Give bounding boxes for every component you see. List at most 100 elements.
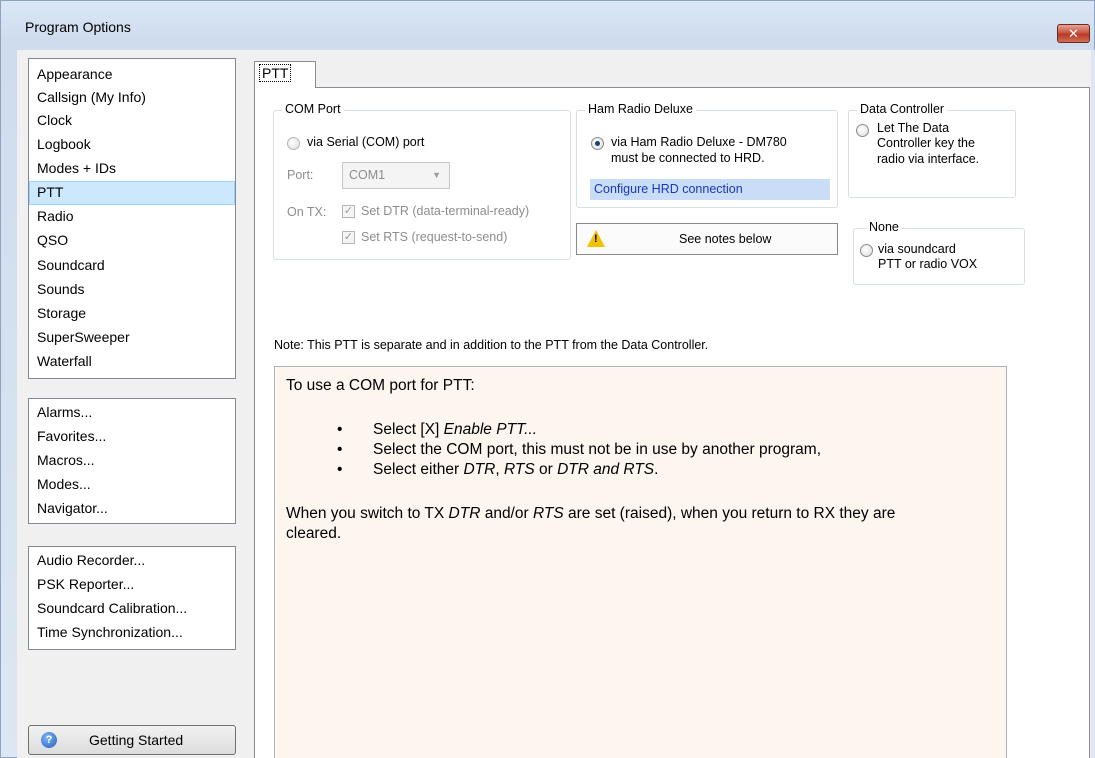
hrd-radio-label-line2: must be connected to HRD. [611, 151, 765, 165]
none-title: None [866, 220, 902, 234]
soundcard-vox-line2: PTT or radio VOX [878, 257, 978, 271]
dtr-checkbox[interactable]: ✓ [342, 205, 355, 218]
port-label: Port: [287, 168, 314, 182]
port-select[interactable]: COM1 ▼ [342, 162, 450, 189]
getting-started-button[interactable]: ? Getting Started [28, 725, 236, 755]
sidebar-item-modes-ids[interactable]: Modes + IDs [33, 157, 231, 181]
checkmark-icon: ✓ [343, 231, 354, 243]
sidebar-item-label: Storage [37, 305, 87, 321]
sidebar-item-psk-reporter[interactable]: PSK Reporter... [33, 573, 231, 597]
sidebar-item-label: Time Synchronization... [37, 624, 183, 640]
sidebar-item-audio-recorder[interactable]: Audio Recorder... [33, 549, 231, 573]
checkmark-icon: ✓ [343, 205, 354, 217]
help-bullet-2: Select the COM port, this must not be in… [373, 441, 821, 458]
see-notes-button[interactable]: ! See notes below [576, 223, 838, 255]
sidebar-item-qso[interactable]: QSO [33, 229, 231, 253]
warning-icon-mark: ! [594, 233, 598, 245]
configure-hrd-link[interactable]: Configure HRD connection [590, 179, 830, 200]
sidebar-item-label: PSK Reporter... [37, 576, 135, 592]
sidebar-item-logbook[interactable]: Logbook [33, 133, 231, 157]
help-bullet-3: Select either DTR, RTS or DTR and RTS. [373, 461, 659, 478]
sidebar-item-label: PTT [37, 184, 64, 200]
sidebar-item-label: Appearance [37, 66, 113, 82]
sidebar-item-label: QSO [37, 232, 69, 248]
hrd-radio[interactable] [591, 137, 604, 150]
sidebar-item-appearance[interactable]: Appearance [33, 63, 231, 87]
sidebar-item-label: Modes... [37, 476, 91, 492]
serial-port-radio[interactable] [287, 137, 300, 150]
tab-ptt[interactable]: PTT [254, 61, 316, 88]
tab-label: PTT [258, 64, 292, 82]
bullet-icon: • [337, 441, 343, 458]
data-controller-radio[interactable] [856, 124, 869, 137]
sidebar-item-label: Audio Recorder... [37, 552, 146, 568]
sidebar-item-macros[interactable]: Macros... [33, 449, 231, 473]
com-port-title: COM Port [282, 102, 344, 116]
sidebar-item-time-sync[interactable]: Time Synchronization... [33, 621, 231, 645]
sidebar-item-label: Sounds [37, 281, 85, 297]
dtr-label: Set DTR (data-terminal-ready) [361, 204, 530, 218]
getting-started-label: Getting Started [89, 732, 184, 748]
sidebar-item-waterfall[interactable]: Waterfall [33, 350, 231, 374]
close-button[interactable]: ✕ [1057, 24, 1090, 43]
bullet-icon: • [337, 461, 343, 478]
data-controller-line3: radio via interface. [877, 152, 980, 166]
sidebar-item-storage[interactable]: Storage [33, 302, 231, 326]
sidebar-item-ptt[interactable]: PTT [29, 181, 235, 205]
help-text-panel: To use a COM port for PTT: • Select [X] … [274, 366, 1007, 758]
sidebar-item-alarms[interactable]: Alarms... [33, 401, 231, 425]
help-intro: To use a COM port for PTT: [286, 377, 475, 394]
sidebar-item-label: Soundcard Calibration... [37, 600, 188, 616]
options-category-list: Appearance Callsign (My Info) Clock Logb… [28, 58, 236, 379]
sidebar-item-label: Waterfall [37, 353, 92, 369]
data-controller-line1: Let The Data [877, 121, 950, 135]
tools-list: Alarms... Favorites... Macros... Modes..… [28, 398, 236, 524]
sidebar-item-label: SuperSweeper [37, 329, 130, 345]
configure-hrd-label: Configure HRD connection [594, 182, 743, 196]
serial-port-radio-label: via Serial (COM) port [307, 135, 425, 149]
utilities-list: Audio Recorder... PSK Reporter... Soundc… [28, 546, 236, 650]
sidebar-item-supersweeper[interactable]: SuperSweeper [33, 326, 231, 350]
hrd-radio-label-line1: via Ham Radio Deluxe - DM780 [611, 135, 787, 149]
sidebar-item-navigator[interactable]: Navigator... [33, 497, 231, 521]
rts-checkbox[interactable]: ✓ [342, 231, 355, 244]
sidebar-item-soundcard-calibration[interactable]: Soundcard Calibration... [33, 597, 231, 621]
help-bullet-1: Select [X] Enable PTT... [373, 421, 537, 438]
sidebar-item-label: Clock [37, 112, 73, 128]
see-notes-label: See notes below [679, 232, 772, 246]
sidebar-item-callsign[interactable]: Callsign (My Info) [33, 86, 231, 110]
sidebar-item-favorites[interactable]: Favorites... [33, 425, 231, 449]
ptt-note: Note: This PTT is separate and in additi… [274, 338, 709, 352]
help-paragraph: When you switch to TX DTR and/or RTS are… [286, 505, 896, 522]
bullet-icon: • [337, 421, 343, 438]
sidebar-item-label: Navigator... [37, 500, 108, 516]
soundcard-vox-radio[interactable] [860, 244, 873, 257]
sidebar-item-radio[interactable]: Radio [33, 205, 231, 229]
close-icon: ✕ [1068, 26, 1079, 41]
sidebar-item-label: Callsign (My Info) [37, 89, 146, 105]
sidebar-item-label: Radio [37, 208, 74, 224]
soundcard-vox-line1: via soundcard [878, 242, 956, 256]
sidebar-item-label: Logbook [37, 136, 91, 152]
chevron-down-icon: ▼ [432, 170, 441, 180]
help-icon: ? [41, 732, 57, 748]
sidebar-item-label: Modes + IDs [37, 160, 116, 176]
sidebar-item-label: Favorites... [37, 428, 107, 444]
sidebar-item-label: Alarms... [37, 404, 93, 420]
data-controller-title: Data Controller [857, 102, 948, 116]
window-edge [1091, 50, 1095, 758]
help-paragraph-line2: cleared. [286, 525, 342, 542]
hrd-title: Ham Radio Deluxe [585, 102, 696, 116]
sidebar-item-clock[interactable]: Clock [33, 109, 231, 133]
title-bar: Program Options ✕ [1, 1, 1094, 43]
port-select-value: COM1 [349, 168, 386, 182]
window-title: Program Options [25, 19, 131, 35]
on-tx-label: On TX: [287, 205, 327, 219]
sidebar-item-label: Macros... [37, 452, 95, 468]
data-controller-line2: Controller key the [877, 136, 975, 150]
sidebar-item-label: Soundcard [37, 257, 105, 273]
sidebar-item-modes[interactable]: Modes... [33, 473, 231, 497]
sidebar-item-soundcard[interactable]: Soundcard [33, 254, 231, 278]
rts-label: Set RTS (request-to-send) [361, 230, 508, 244]
sidebar-item-sounds[interactable]: Sounds [33, 278, 231, 302]
